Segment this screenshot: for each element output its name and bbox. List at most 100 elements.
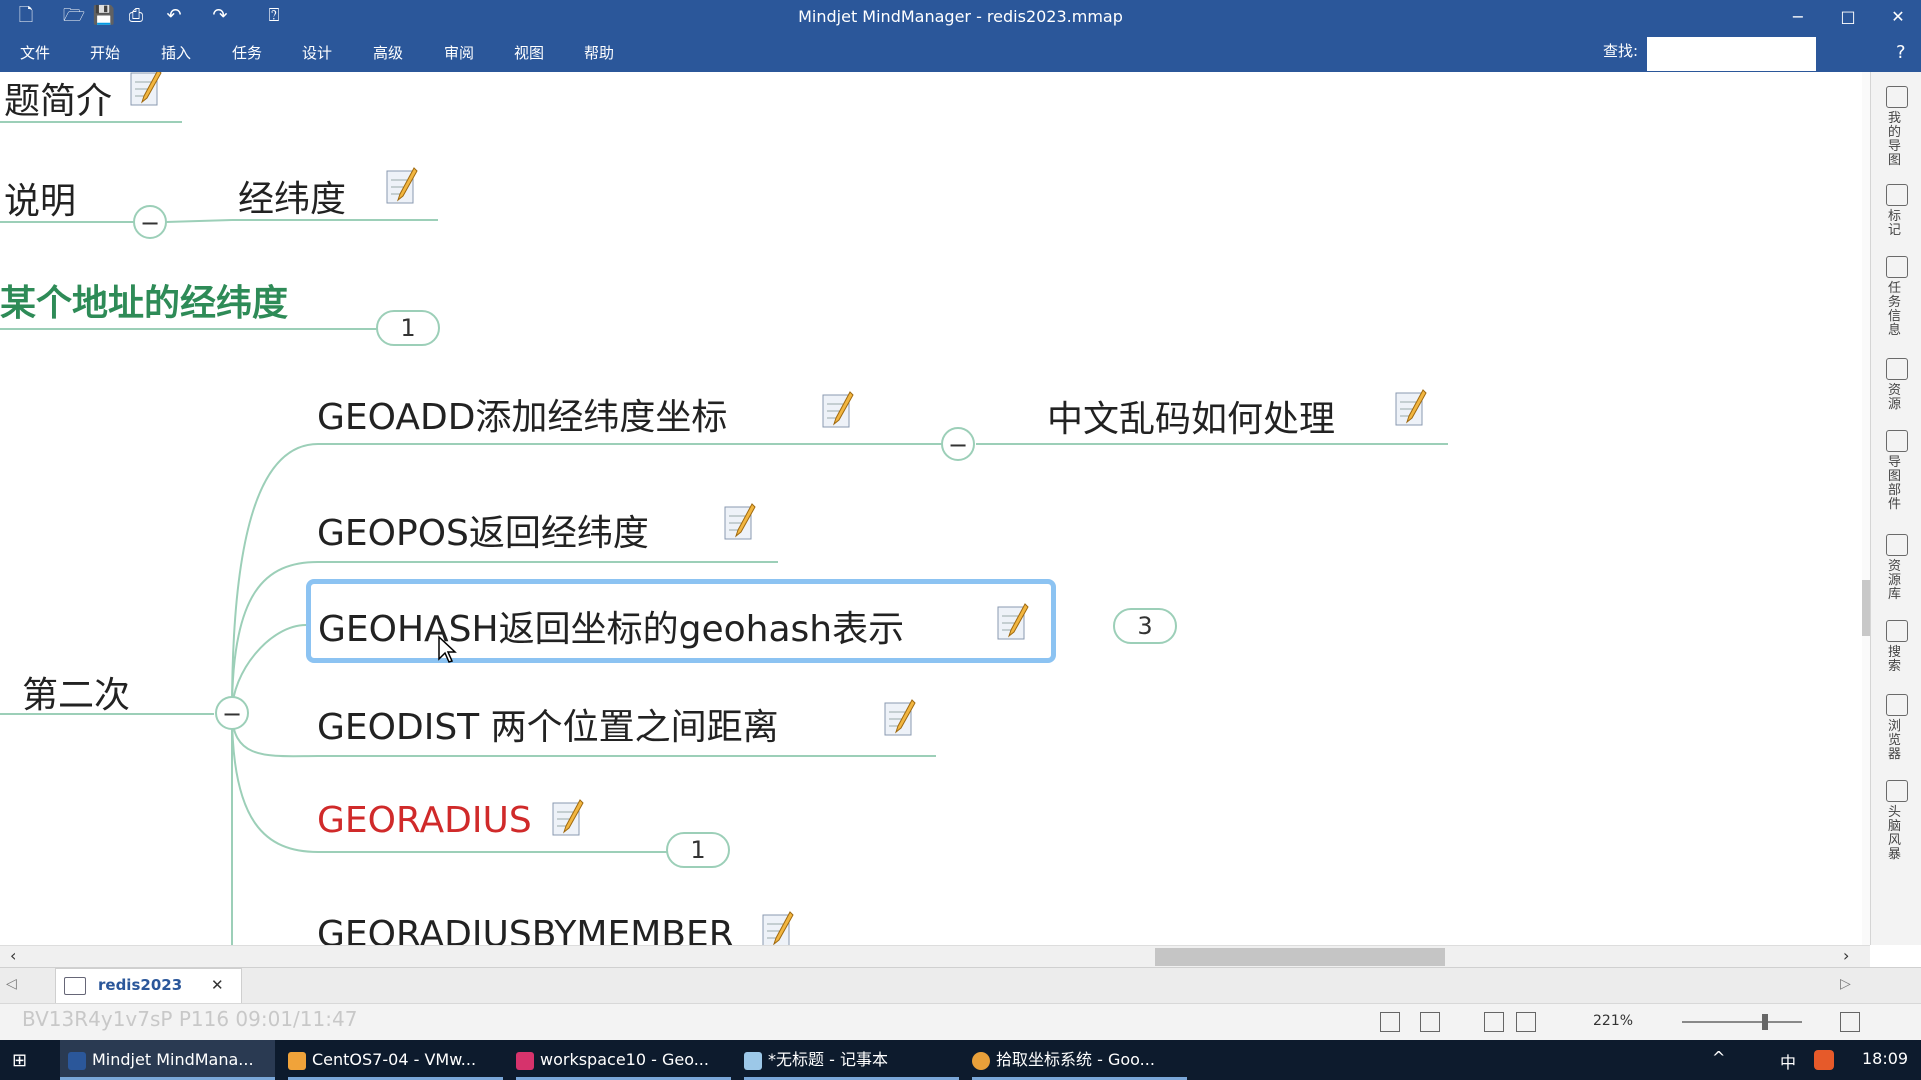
child-count-badge[interactable]: 3 — [1113, 608, 1177, 644]
note-icon[interactable] — [128, 72, 164, 108]
menu-home[interactable]: 开始 — [90, 34, 120, 72]
vertical-scroll-thumb[interactable] — [1862, 580, 1870, 636]
sogou-ime-icon[interactable] — [1814, 1050, 1834, 1070]
tray-expand-icon[interactable]: ^ — [1712, 1048, 1725, 1067]
view-icon[interactable] — [1484, 1012, 1504, 1032]
maximize-button[interactable]: □ — [1823, 0, 1873, 34]
scroll-left-icon[interactable]: ‹ — [10, 946, 16, 965]
minimize-button[interactable]: − — [1773, 0, 1823, 34]
map-doc-icon — [64, 977, 86, 995]
outline-icon[interactable] — [1516, 1012, 1536, 1032]
task-info-icon[interactable] — [1886, 256, 1908, 278]
menu-advanced[interactable]: 高级 — [373, 34, 403, 72]
topic-latlng[interactable]: 经纬度 — [238, 170, 346, 222]
title-bar: 🗋 🗁 💾 ⎙ ↶ ↷ ⍰ Mindjet MindManager - redi… — [0, 0, 1921, 34]
tab-left-arrow-icon[interactable]: ◁ — [6, 976, 17, 992]
taskbar-idea[interactable]: workspace10 - Geo... — [516, 1040, 731, 1080]
ime-indicator[interactable]: 中 — [1780, 1049, 1796, 1073]
document-tab-bar — [0, 967, 1921, 1004]
menu-task[interactable]: 任务 — [232, 34, 262, 72]
scroll-right-icon[interactable]: › — [1843, 946, 1849, 965]
tab-redis2023[interactable]: redis2023 ✕ — [55, 968, 242, 1003]
taskbar-notepad[interactable]: *无标题 - 记事本 — [744, 1040, 959, 1080]
topic-chinese-garbled[interactable]: 中文乱码如何处理 — [1047, 390, 1335, 442]
collapse-toggle[interactable]: − — [941, 427, 975, 461]
tab-label: redis2023 — [98, 976, 183, 994]
side-item-search[interactable]: 搜索 — [1888, 646, 1906, 674]
search-icon[interactable] — [1886, 620, 1908, 642]
topic-intro-partial[interactable]: 题简介 — [4, 72, 112, 124]
side-item-task-info[interactable]: 任务信息 — [1888, 282, 1906, 338]
horizontal-scrollbar[interactable] — [0, 945, 1870, 968]
side-item-my-maps[interactable]: 我的导图 — [1888, 112, 1906, 168]
side-item-markers[interactable]: 标记 — [1888, 210, 1906, 238]
menu-design[interactable]: 设计 — [302, 34, 332, 72]
mindmap-canvas[interactable]: 题简介 说明 − 经纬度 某个地址的经纬度 1 第二次 − GEOADD添加经纬… — [0, 72, 1870, 945]
topic-geoadd[interactable]: GEOADD添加经纬度坐标 — [317, 388, 727, 440]
taskbar-label: workspace10 - Geo... — [540, 1050, 709, 1069]
resources-icon[interactable] — [1886, 358, 1908, 380]
search-input[interactable] — [1647, 37, 1816, 71]
filter-icon[interactable] — [1380, 1012, 1400, 1032]
taskbar-vmware[interactable]: CentOS7-04 - VMw... — [288, 1040, 503, 1080]
note-icon[interactable] — [384, 166, 420, 206]
menu-review[interactable]: 审阅 — [444, 34, 474, 72]
layout-icon[interactable] — [1420, 1012, 1440, 1032]
topic-geohash[interactable]: GEOHASH返回坐标的geohash表示 — [318, 600, 904, 652]
search-label: 查找: — [1603, 42, 1639, 60]
topic-georadiusbymember[interactable]: GEORADIUSBYMEMBER — [317, 914, 734, 945]
note-icon[interactable] — [550, 798, 586, 838]
menu-help[interactable]: 帮助 — [584, 34, 614, 72]
markers-icon[interactable] — [1886, 184, 1908, 206]
child-count-badge[interactable]: 1 — [376, 310, 440, 346]
windows-taskbar: ⊞ Mindjet MindMana... CentOS7-04 - VMw..… — [0, 1040, 1921, 1080]
topic-explain-partial[interactable]: 说明 — [4, 172, 76, 224]
menu-view[interactable]: 视图 — [514, 34, 544, 72]
window-title: Mindjet MindManager - redis2023.mmap — [798, 7, 1123, 26]
note-icon[interactable] — [995, 602, 1031, 642]
zoom-level: 221% — [1593, 1013, 1634, 1029]
topic-georadius[interactable]: GEORADIUS — [317, 800, 532, 841]
vertical-scrollbar[interactable] — [1862, 72, 1870, 945]
menu-insert[interactable]: 插入 — [161, 34, 191, 72]
zoom-slider[interactable] — [1682, 1021, 1802, 1023]
taskbar-label: Mindjet MindMana... — [92, 1050, 254, 1069]
side-item-resources[interactable]: 资源 — [1888, 384, 1906, 412]
collapse-toggle[interactable]: − — [133, 205, 167, 239]
side-item-brainstorm[interactable]: 头脑风暴 — [1888, 806, 1906, 862]
topic-second[interactable]: 第二次 — [22, 666, 130, 718]
idea-app-icon — [516, 1051, 534, 1070]
close-button[interactable]: ✕ — [1873, 0, 1921, 34]
note-icon[interactable] — [722, 502, 758, 542]
library-icon[interactable] — [1886, 534, 1908, 556]
menu-file[interactable]: 文件 — [20, 34, 50, 72]
my-maps-icon[interactable] — [1886, 86, 1908, 108]
collapse-toggle[interactable]: − — [215, 696, 249, 730]
map-parts-icon[interactable] — [1886, 430, 1908, 452]
horizontal-scroll-thumb[interactable] — [1155, 948, 1445, 966]
side-item-map-parts[interactable]: 导图部件 — [1888, 456, 1906, 512]
topic-geopos[interactable]: GEOPOS返回经纬度 — [317, 504, 649, 556]
note-icon[interactable] — [1393, 388, 1429, 428]
taskbar-mindmanager[interactable]: Mindjet MindMana... — [60, 1040, 275, 1080]
note-icon[interactable] — [882, 698, 918, 738]
browser-icon[interactable] — [1886, 694, 1908, 716]
side-item-library[interactable]: 资源库 — [1888, 560, 1906, 602]
topic-address-latlng[interactable]: 某个地址的经纬度 — [0, 274, 288, 326]
zoom-slider-thumb[interactable] — [1762, 1014, 1768, 1030]
windows-start-icon[interactable]: ⊞ — [12, 1050, 34, 1071]
chrome-app-icon — [972, 1051, 990, 1070]
fit-map-icon[interactable] — [1840, 1012, 1860, 1032]
video-watermark: BV13R4y1v7sP P116 09:01/11:47 — [22, 1007, 358, 1031]
help-button[interactable]: ? — [1896, 34, 1906, 72]
tab-close-button[interactable]: ✕ — [211, 976, 224, 994]
taskbar-label: CentOS7-04 - VMw... — [312, 1050, 477, 1069]
tab-right-arrow-icon[interactable]: ▷ — [1840, 976, 1851, 992]
side-item-browser[interactable]: 浏览器 — [1888, 720, 1906, 762]
note-icon[interactable] — [760, 910, 796, 945]
topic-geodist[interactable]: GEODIST 两个位置之间距离 — [317, 698, 779, 750]
taskbar-chrome[interactable]: 拾取坐标系统 - Goo... — [972, 1040, 1187, 1080]
child-count-badge[interactable]: 1 — [666, 832, 730, 868]
brainstorm-icon[interactable] — [1886, 780, 1908, 802]
note-icon[interactable] — [820, 390, 856, 430]
